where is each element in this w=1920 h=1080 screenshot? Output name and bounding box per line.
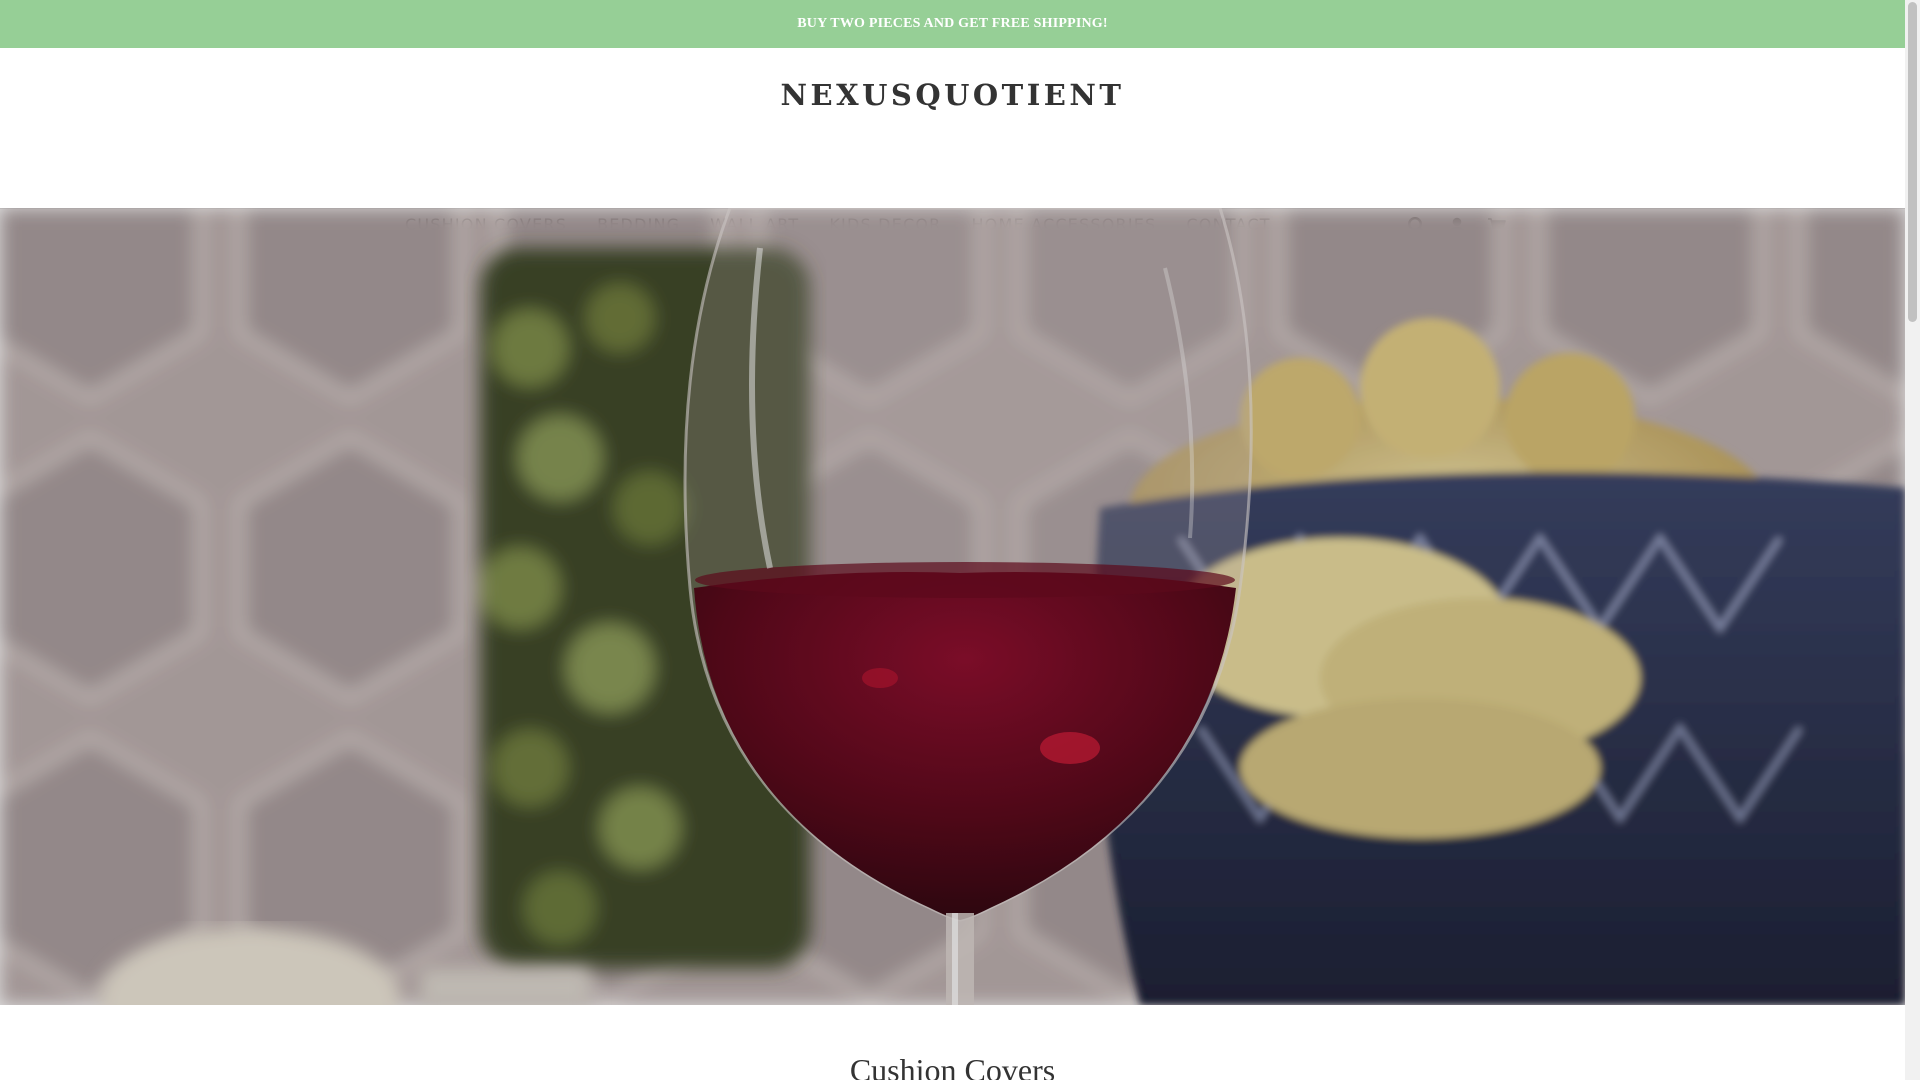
vertical-scrollbar[interactable] [1905,0,1920,1080]
announcement-bar: BUY TWO PIECES AND GET FREE SHIPPING! [0,0,1905,48]
site-logo[interactable]: NEXUSQUOTIENT [781,78,1125,112]
scrollbar-thumb[interactable] [1908,2,1917,322]
page: BUY TWO PIECES AND GET FREE SHIPPING! NE… [0,0,1920,1080]
announcement-link[interactable]: BUY TWO PIECES AND GET FREE SHIPPING! [797,16,1108,32]
collection-title: Cushion Covers [849,1052,1056,1080]
site-header: NEXUSQUOTIENT CUSHION COVERS BEDDING WAL… [0,48,1905,236]
hero-banner-image [0,208,1905,1005]
logo-container: NEXUSQUOTIENT [0,78,1905,112]
store-page: BUY TWO PIECES AND GET FREE SHIPPING! NE… [0,0,1905,1080]
